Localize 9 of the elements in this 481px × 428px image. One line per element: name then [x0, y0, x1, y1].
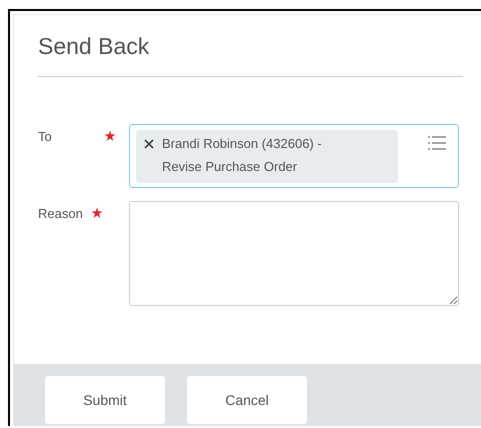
- reason-field[interactable]: [129, 201, 459, 306]
- recipient-field[interactable]: Brandi Robinson (432606) - Revise Purchase Order: [129, 124, 459, 188]
- field-label: Reason: [38, 206, 83, 221]
- dialog-button[interactable]: Submit: [45, 376, 165, 424]
- dialog-title: Send Back: [38, 33, 150, 61]
- remove-icon[interactable]: [144, 139, 154, 149]
- field-label: To: [38, 129, 52, 144]
- list-icon[interactable]: [428, 135, 446, 151]
- dialog-button[interactable]: Cancel: [187, 376, 307, 424]
